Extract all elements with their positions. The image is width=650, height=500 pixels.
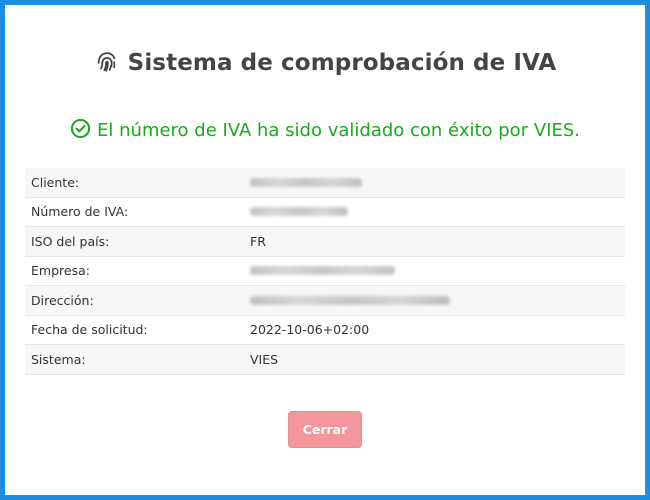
detail-label: Número de IVA: (31, 204, 129, 220)
detail-label: ISO del país: (31, 233, 110, 249)
detail-label: Dirección: (31, 292, 94, 308)
dialog-header: Sistema de comprobación de IVA (5, 45, 645, 81)
check-circle-icon (70, 118, 91, 143)
detail-value (250, 198, 625, 227)
close-button[interactable]: Cerrar (288, 411, 362, 448)
detail-label: Sistema: (31, 351, 86, 367)
vat-check-dialog: Sistema de comprobación de IVA El número… (0, 0, 650, 500)
success-banner: El número de IVA ha sido validado con éx… (5, 115, 645, 145)
detail-row-fecha-solicitud: Fecha de solicitud: 2022-10-06+02:00 (25, 316, 625, 345)
detail-value (250, 168, 625, 197)
dialog-title: Sistema de comprobación de IVA (127, 50, 557, 76)
redacted-value (250, 266, 395, 276)
detail-value: VIES (250, 351, 279, 367)
detail-row-numero-iva: Número de IVA: (25, 198, 625, 227)
detail-label: Empresa: (31, 263, 90, 279)
detail-label: Fecha de solicitud: (31, 322, 148, 338)
redacted-value (250, 207, 348, 217)
redacted-value (250, 295, 450, 305)
redacted-value (250, 177, 362, 187)
success-message: El número de IVA ha sido validado con éx… (97, 119, 580, 141)
detail-value (250, 257, 625, 286)
detail-label: Cliente: (31, 174, 80, 190)
detail-row-iso-pais: ISO del país: FR (25, 227, 625, 257)
detail-row-empresa: Empresa: (25, 257, 625, 286)
detail-value: FR (250, 233, 266, 249)
detail-row-sistema: Sistema: VIES (25, 345, 625, 375)
detail-value (250, 286, 625, 315)
detail-row-direccion: Dirección: (25, 286, 625, 316)
details-table: Cliente: Número de IVA: ISO del país: FR… (25, 168, 625, 375)
fingerprint-icon (94, 48, 120, 78)
detail-value: 2022-10-06+02:00 (250, 322, 370, 338)
detail-row-cliente: Cliente: (25, 168, 625, 198)
